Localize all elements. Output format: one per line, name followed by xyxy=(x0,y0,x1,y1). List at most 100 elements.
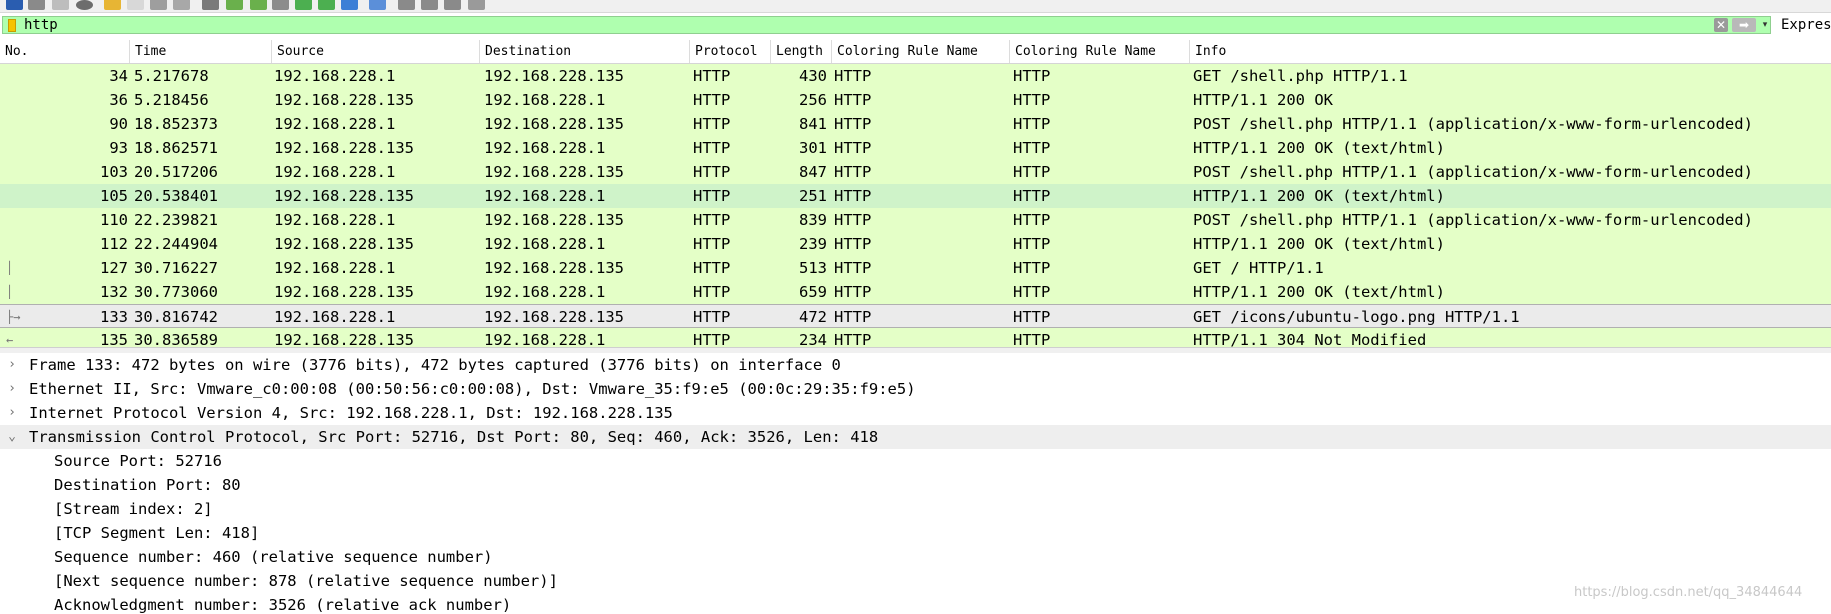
packet-details[interactable]: › Frame 133: 472 bytes on wire (3776 bit… xyxy=(0,353,1831,614)
restart-capture-icon[interactable] xyxy=(52,0,69,10)
column-header-coloring-rule-1[interactable]: Coloring Rule Name xyxy=(832,40,1010,63)
packet-row[interactable]: 105 20.538401 192.168.228.135 192.168.228.1… xyxy=(0,184,1831,208)
cell-destination: 192.168.228.1 xyxy=(484,331,606,347)
column-header-length[interactable]: Length xyxy=(771,40,832,63)
go-last-icon[interactable] xyxy=(318,0,335,10)
packet-row[interactable]: 36 5.218456 192.168.228.135 192.168.228.1 HT… xyxy=(0,88,1831,112)
related-packet-indicator: │ xyxy=(6,285,14,299)
column-header-destination[interactable]: Destination xyxy=(480,40,690,63)
normal-size-icon[interactable] xyxy=(444,0,461,10)
stop-capture-icon[interactable] xyxy=(28,0,45,10)
tcp-field[interactable]: Sequence number: 460 (relative sequence … xyxy=(0,545,1831,569)
cell-length: 256 xyxy=(799,91,827,109)
cell-destination: 192.168.228.1 xyxy=(484,91,606,109)
resize-columns-icon[interactable] xyxy=(468,0,485,10)
column-header-source[interactable]: Source xyxy=(272,40,480,63)
autoscroll-icon[interactable] xyxy=(341,0,358,10)
go-forward-icon[interactable] xyxy=(250,0,267,10)
apply-filter-button[interactable]: ➡ xyxy=(1732,18,1756,32)
display-filter-bar: http ✕ ➡ ▾ Expres xyxy=(0,15,1831,37)
cell-time: 22.244904 xyxy=(134,235,218,253)
cell-protocol: HTTP xyxy=(693,331,731,347)
packet-row[interactable]: 90 18.852373 192.168.228.1 192.168.228.135 H… xyxy=(0,112,1831,136)
find-packet-icon[interactable] xyxy=(202,0,219,10)
cell-length: 513 xyxy=(799,259,827,277)
cell-length: 839 xyxy=(799,211,827,229)
colorize-icon[interactable] xyxy=(369,0,386,10)
cell-no: 34 xyxy=(109,67,128,85)
cell-time: 18.852373 xyxy=(134,115,218,133)
packet-row[interactable]: 135 30.836589 192.168.228.135 192.168.228.1… xyxy=(0,328,1831,347)
packet-row[interactable]: 103 20.517206 192.168.228.1 192.168.228.135… xyxy=(0,160,1831,184)
packet-row[interactable]: 132 30.773060 192.168.228.135 192.168.228.1… xyxy=(0,280,1831,304)
capture-options-icon[interactable] xyxy=(76,0,93,10)
tree-item-ip[interactable]: › Internet Protocol Version 4, Src: 192.… xyxy=(0,401,1831,425)
cell-coloring-rule-1: HTTP xyxy=(834,308,872,326)
filter-text: http xyxy=(24,17,58,33)
cell-info: GET /shell.php HTTP/1.1 xyxy=(1193,67,1408,85)
column-header-info[interactable]: Info xyxy=(1190,40,1831,63)
cell-coloring-rule-2: HTTP xyxy=(1013,91,1051,109)
open-file-icon[interactable] xyxy=(104,0,121,10)
packet-list-header: No. Time Source Destination Protocol Len… xyxy=(0,40,1831,64)
column-header-time[interactable]: Time xyxy=(130,40,272,63)
cell-source: 192.168.228.135 xyxy=(274,331,414,347)
tree-item-ethernet[interactable]: › Ethernet II, Src: Vmware_c0:00:08 (00:… xyxy=(0,377,1831,401)
cell-length: 659 xyxy=(799,283,827,301)
cell-no: 112 xyxy=(100,235,128,253)
cell-protocol: HTTP xyxy=(693,163,731,181)
tcp-field-label: [Stream index: 2] xyxy=(54,500,213,518)
cell-protocol: HTTP xyxy=(693,67,731,85)
expand-arrow-icon[interactable]: › xyxy=(6,353,18,377)
collapse-arrow-icon[interactable]: ⌄ xyxy=(6,425,18,449)
clear-filter-button[interactable]: ✕ xyxy=(1714,18,1728,32)
tree-item-label: Transmission Control Protocol, Src Port:… xyxy=(29,428,879,446)
tree-item-tcp[interactable]: ⌄ Transmission Control Protocol, Src Por… xyxy=(0,425,1831,449)
packet-row[interactable]: 110 22.239821 192.168.228.1 192.168.228.135… xyxy=(0,208,1831,232)
expression-button[interactable]: Expres xyxy=(1781,17,1831,33)
reload-file-icon[interactable] xyxy=(173,0,190,10)
cell-source: 192.168.228.135 xyxy=(274,139,414,157)
save-file-icon[interactable] xyxy=(127,0,144,10)
tcp-field[interactable]: Source Port: 52716 xyxy=(0,449,1831,473)
cell-no: 36 xyxy=(109,91,128,109)
bookmark-icon[interactable] xyxy=(8,19,16,32)
expand-arrow-icon[interactable]: › xyxy=(6,401,18,425)
tcp-field[interactable]: [Next sequence number: 878 (relative seq… xyxy=(0,569,1831,593)
cell-info: HTTP/1.1 200 OK (text/html) xyxy=(1193,187,1445,205)
zoom-out-icon[interactable] xyxy=(421,0,438,10)
packet-row[interactable]: 112 22.244904 192.168.228.135 192.168.228.1… xyxy=(0,232,1831,256)
expand-arrow-icon[interactable]: › xyxy=(6,377,18,401)
column-header-no[interactable]: No. xyxy=(0,40,130,63)
packet-row[interactable]: 127 30.716227 192.168.228.1 192.168.228.135… xyxy=(0,256,1831,280)
tree-item-frame[interactable]: › Frame 133: 472 bytes on wire (3776 bit… xyxy=(0,353,1831,377)
tcp-field[interactable]: [TCP Segment Len: 418] xyxy=(0,521,1831,545)
cell-protocol: HTTP xyxy=(693,283,731,301)
cell-coloring-rule-1: HTTP xyxy=(834,331,872,347)
tcp-field[interactable]: Acknowledgment number: 3526 (relative ac… xyxy=(0,593,1831,614)
shark-fin-start-icon[interactable] xyxy=(6,0,23,10)
main-toolbar xyxy=(0,0,1831,13)
column-header-protocol[interactable]: Protocol xyxy=(690,40,771,63)
cell-info: HTTP/1.1 304 Not Modified xyxy=(1193,331,1427,347)
tcp-field[interactable]: [Stream index: 2] xyxy=(0,497,1831,521)
cell-coloring-rule-1: HTTP xyxy=(834,139,872,157)
go-back-icon[interactable] xyxy=(226,0,243,10)
go-first-icon[interactable] xyxy=(295,0,312,10)
tcp-field-label: Source Port: 52716 xyxy=(54,452,222,470)
cell-coloring-rule-2: HTTP xyxy=(1013,67,1051,85)
zoom-in-icon[interactable] xyxy=(398,0,415,10)
packet-row[interactable]: 34 5.217678 192.168.228.1 192.168.228.135 HT… xyxy=(0,64,1831,88)
tcp-field-label: Sequence number: 460 (relative sequence … xyxy=(54,548,493,566)
go-to-packet-icon[interactable] xyxy=(272,0,289,10)
packet-list[interactable]: No. Time Source Destination Protocol Len… xyxy=(0,40,1831,347)
cell-coloring-rule-2: HTTP xyxy=(1013,259,1051,277)
filter-history-dropdown[interactable]: ▾ xyxy=(1759,18,1771,32)
column-header-coloring-rule-2[interactable]: Coloring Rule Name xyxy=(1010,40,1190,63)
tcp-field[interactable]: Destination Port: 80 xyxy=(0,473,1831,497)
packet-row[interactable]: 133 30.816742 192.168.228.1 192.168.228.135… xyxy=(0,304,1831,328)
packet-row[interactable]: 93 18.862571 192.168.228.135 192.168.228.1 H… xyxy=(0,136,1831,160)
close-file-icon[interactable] xyxy=(150,0,167,10)
display-filter-input[interactable]: http ✕ ➡ ▾ xyxy=(2,16,1771,34)
cell-length: 841 xyxy=(799,115,827,133)
